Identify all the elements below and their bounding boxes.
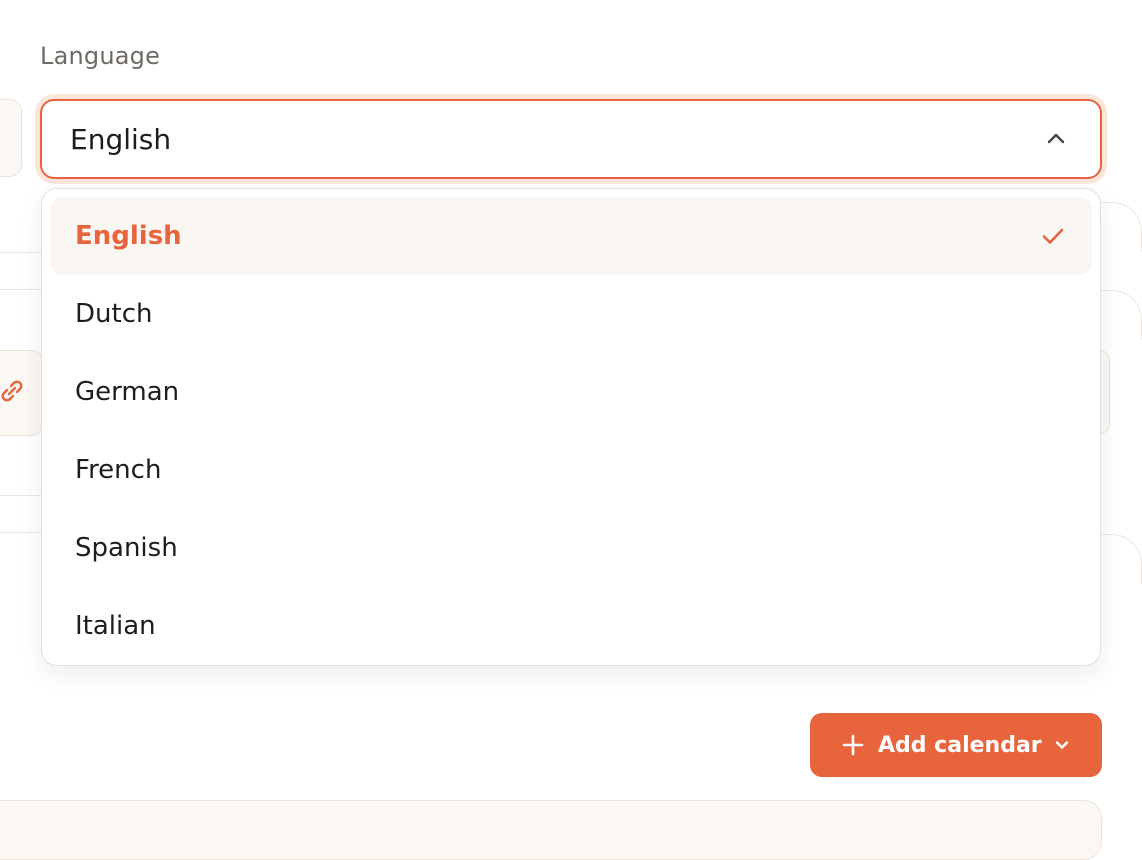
- link-icon: [1, 380, 23, 402]
- option-label: Spanish: [75, 533, 178, 563]
- language-option-italian[interactable]: Italian: [50, 587, 1092, 665]
- background-bottom-card: [0, 800, 1102, 860]
- add-calendar-label: Add calendar: [878, 732, 1042, 758]
- language-option-dutch[interactable]: Dutch: [50, 275, 1092, 353]
- option-label: Italian: [75, 611, 156, 641]
- background-input-field: [0, 99, 22, 177]
- add-calendar-button[interactable]: Add calendar: [810, 713, 1102, 777]
- background-divider: [0, 495, 42, 496]
- plus-icon: [842, 734, 864, 756]
- chevron-up-icon: [1047, 133, 1065, 144]
- chevron-down-icon[interactable]: [1052, 735, 1072, 755]
- language-option-french[interactable]: French: [50, 431, 1092, 509]
- background-divider: [0, 532, 42, 533]
- language-option-spanish[interactable]: Spanish: [50, 509, 1092, 587]
- background-divider: [0, 289, 42, 290]
- background-divider: [0, 252, 42, 253]
- language-select[interactable]: English: [40, 99, 1102, 179]
- language-dropdown-menu: English Dutch German French Spanish Ital…: [41, 188, 1101, 666]
- option-label: French: [75, 455, 162, 485]
- language-label: Language: [40, 42, 161, 70]
- option-label: German: [75, 377, 180, 407]
- language-option-german[interactable]: German: [50, 353, 1092, 431]
- language-option-english[interactable]: English: [50, 197, 1092, 275]
- option-label: Dutch: [75, 299, 153, 329]
- check-icon: [1042, 228, 1064, 244]
- option-label: English: [75, 221, 182, 251]
- language-select-value: English: [70, 122, 172, 156]
